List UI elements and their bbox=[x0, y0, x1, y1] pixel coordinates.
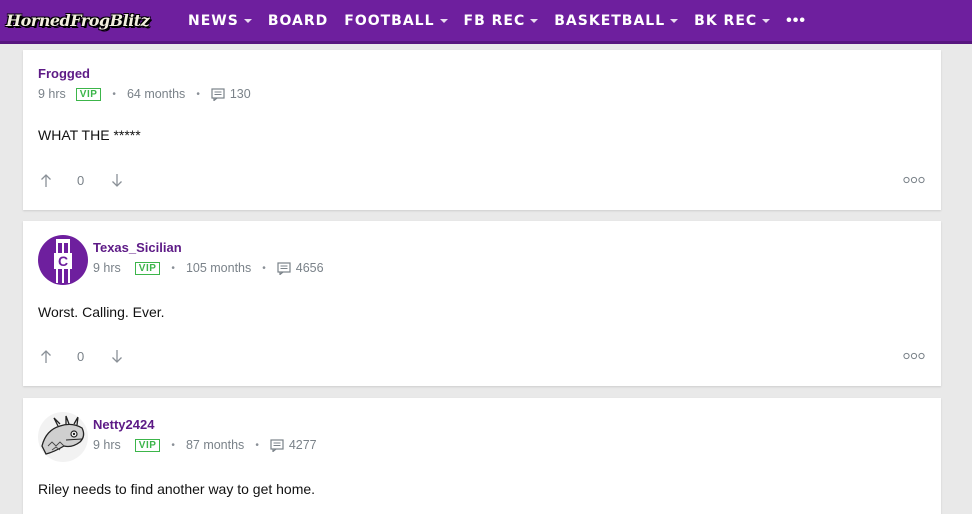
post-score: 0 bbox=[77, 173, 85, 188]
message-icon bbox=[277, 261, 291, 275]
post-author[interactable]: Texas_Sicilian bbox=[93, 240, 182, 255]
post-card: Netty2424 9 hrs VIP • 87 months • 4277 R… bbox=[23, 398, 941, 514]
nav-item-label: FOOTBALL bbox=[344, 12, 435, 29]
nav-item-label: BASKETBALL bbox=[554, 12, 666, 29]
chevron-down-icon bbox=[439, 18, 448, 23]
chevron-down-icon bbox=[530, 18, 539, 23]
vip-badge: VIP bbox=[134, 261, 161, 275]
post-body: Riley needs to find another way to get h… bbox=[38, 481, 316, 497]
nav-item-label: FB REC bbox=[463, 12, 526, 29]
post-author[interactable]: Netty2424 bbox=[93, 417, 154, 432]
post-time: 9 hrs bbox=[93, 438, 121, 452]
chevron-down-icon bbox=[670, 18, 679, 23]
main-nav: NEWS BOARD FOOTBALL FB REC BASKETBALL BK… bbox=[188, 12, 806, 30]
post-options-icon[interactable] bbox=[903, 176, 925, 184]
post-count[interactable]: 4277 bbox=[289, 438, 317, 452]
post-body: Worst. Calling. Ever. bbox=[38, 304, 165, 320]
meta-separator: • bbox=[255, 439, 259, 451]
meta-separator: • bbox=[112, 88, 116, 100]
post-meta: 9 hrs VIP • 87 months • 4277 bbox=[93, 438, 317, 452]
post-card: C Texas_Sicilian 9 hrs VIP • 105 months … bbox=[23, 221, 941, 386]
nav-item-label: BK REC bbox=[694, 12, 758, 29]
meta-separator: • bbox=[196, 88, 200, 100]
member-tenure: 87 months bbox=[185, 438, 245, 452]
message-icon bbox=[270, 438, 284, 452]
nav-more-button[interactable]: ••• bbox=[786, 12, 806, 30]
nav-item-news[interactable]: NEWS bbox=[188, 13, 252, 29]
vip-badge: VIP bbox=[75, 87, 102, 101]
upvote-arrow-icon[interactable] bbox=[40, 173, 52, 188]
post-count[interactable]: 130 bbox=[230, 87, 251, 101]
vip-badge: VIP bbox=[134, 438, 161, 452]
nav-item-bk-rec[interactable]: BK REC bbox=[694, 12, 771, 29]
chevron-down-icon bbox=[762, 18, 771, 23]
vote-controls: 0 bbox=[40, 349, 123, 364]
downvote-arrow-icon[interactable] bbox=[111, 173, 123, 188]
message-icon bbox=[211, 87, 225, 101]
meta-separator: • bbox=[171, 439, 175, 451]
site-logo[interactable]: HornedFrogBlitz bbox=[6, 6, 174, 36]
post-card: Frogged 9 hrs VIP • 64 months • 130 WHAT… bbox=[23, 50, 941, 210]
post-score: 0 bbox=[77, 349, 85, 364]
nav-item-label: NEWS bbox=[188, 12, 239, 29]
svg-text:C: C bbox=[58, 253, 68, 269]
post-meta: 9 hrs VIP • 64 months • 130 bbox=[38, 87, 251, 101]
top-nav-bar: HornedFrogBlitz NEWS BOARD FOOTBALL FB R… bbox=[0, 0, 972, 44]
avatar[interactable]: C bbox=[38, 235, 88, 285]
horned-frog-icon bbox=[41, 415, 85, 455]
nav-item-basketball[interactable]: BASKETBALL bbox=[554, 12, 679, 29]
post-count[interactable]: 4656 bbox=[296, 261, 324, 275]
nav-item-label: BOARD bbox=[267, 12, 329, 29]
downvote-arrow-icon[interactable] bbox=[111, 349, 123, 364]
site-logo-text: HornedFrogBlitz bbox=[6, 11, 150, 30]
nav-item-board[interactable]: BOARD bbox=[268, 13, 328, 29]
post-author[interactable]: Frogged bbox=[38, 66, 90, 81]
tcu-logo-icon: C bbox=[54, 239, 72, 283]
nav-item-football[interactable]: FOOTBALL bbox=[344, 12, 448, 29]
meta-separator: • bbox=[171, 262, 175, 274]
vote-controls: 0 bbox=[40, 173, 123, 188]
avatar[interactable] bbox=[38, 412, 88, 462]
post-time: 9 hrs bbox=[38, 87, 66, 101]
post-time: 9 hrs bbox=[93, 261, 121, 275]
post-body: WHAT THE ***** bbox=[38, 127, 141, 143]
post-options-icon[interactable] bbox=[903, 352, 925, 360]
meta-separator: • bbox=[262, 262, 266, 274]
upvote-arrow-icon[interactable] bbox=[40, 349, 52, 364]
chevron-down-icon bbox=[243, 18, 252, 23]
post-meta: 9 hrs VIP • 105 months • 4656 bbox=[93, 261, 324, 275]
member-tenure: 64 months bbox=[126, 87, 186, 101]
member-tenure: 105 months bbox=[185, 261, 252, 275]
nav-item-fb-rec[interactable]: FB REC bbox=[464, 13, 539, 29]
